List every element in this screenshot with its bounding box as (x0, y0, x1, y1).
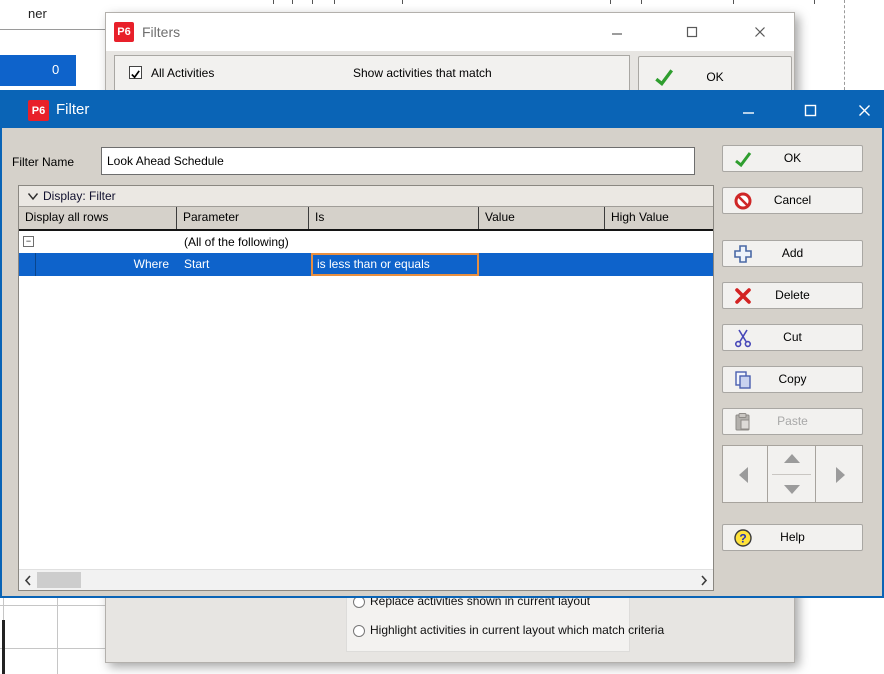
arrow-right-icon (836, 467, 845, 483)
column-header-value[interactable]: Value (479, 207, 605, 229)
move-right-button[interactable] (815, 445, 863, 503)
background-tick (312, 0, 313, 4)
background-tick (402, 0, 403, 4)
plus-icon (733, 244, 753, 264)
clipboard-icon (733, 412, 753, 432)
background-tick (610, 0, 611, 4)
delete-button[interactable]: Delete (722, 282, 863, 309)
red-x-icon (733, 286, 753, 306)
check-icon (130, 69, 141, 80)
cut-button[interactable]: Cut (722, 324, 863, 351)
filter-dialog: P6 Filter Filter Name Display: Filter Di… (0, 90, 884, 598)
criteria-where-cell[interactable]: Where (59, 253, 169, 276)
move-left-button[interactable] (722, 445, 768, 503)
column-header-is[interactable]: Is (309, 207, 479, 229)
background-tick (273, 0, 274, 4)
background-partial-header: ner (28, 6, 47, 21)
filter-criteria-grid: Display: Filter Display all rows Paramet… (18, 185, 714, 591)
scroll-right-icon[interactable] (695, 570, 713, 590)
filters-dialog-titlebar[interactable]: P6 Filters (106, 13, 794, 51)
arrow-left-icon (739, 467, 748, 483)
group-condition-label: (All of the following) (184, 231, 289, 253)
no-entry-icon (733, 191, 753, 211)
collapse-expander-icon[interactable]: − (23, 236, 34, 247)
background-gridline (0, 605, 105, 606)
move-up-down-button[interactable] (767, 445, 816, 503)
help-icon: ? (733, 528, 753, 548)
background-gridline (57, 596, 58, 674)
copy-documents-icon (733, 370, 753, 390)
all-activities-checkbox[interactable] (129, 66, 142, 79)
background-cursor-bar (2, 620, 5, 674)
background-gridline (0, 648, 105, 649)
chevron-down-icon (27, 192, 39, 201)
all-activities-label: All Activities (151, 66, 214, 80)
help-button[interactable]: ? Help (722, 524, 863, 551)
highlight-activities-radio[interactable] (353, 625, 365, 637)
minimize-icon[interactable] (726, 92, 770, 128)
arrow-up-icon (784, 454, 800, 463)
background-tick (814, 0, 815, 4)
ok-button[interactable]: OK (722, 145, 863, 172)
svg-text:?: ? (739, 532, 746, 546)
filter-dialog-titlebar[interactable]: P6 Filter (2, 92, 882, 128)
background-tick (334, 0, 335, 4)
filter-dialog-title: Filter (56, 101, 89, 118)
add-button[interactable]: Add (722, 240, 863, 267)
row-navigation-group (722, 445, 863, 503)
maximize-icon[interactable] (788, 92, 832, 128)
grid-row-criteria-selected[interactable]: Where Start is less than or equals (19, 253, 713, 276)
p6-app-icon: P6 (28, 100, 49, 121)
p6-app-icon: P6 (114, 22, 134, 42)
minimize-icon[interactable] (599, 17, 635, 47)
background-gridline (0, 29, 106, 30)
column-header-display-all-rows[interactable]: Display all rows (19, 207, 177, 229)
criteria-is-cell-selected[interactable]: is less than or equals (311, 253, 479, 276)
column-header-high-value[interactable]: High Value (605, 207, 713, 229)
criteria-parameter-cell[interactable]: Start (184, 253, 209, 276)
divider (772, 474, 811, 475)
horizontal-scrollbar[interactable] (19, 569, 713, 590)
background-cell-value: 0 (52, 62, 59, 77)
scroll-left-icon[interactable] (19, 570, 37, 590)
filter-name-label: Filter Name (12, 155, 74, 169)
display-bar-label: Display: Filter (43, 189, 116, 203)
background-selected-row[interactable]: 0 (0, 55, 76, 86)
highlight-activities-label: Highlight activities in current layout w… (370, 623, 664, 637)
cancel-button[interactable]: Cancel (722, 187, 863, 214)
maximize-icon[interactable] (674, 17, 710, 47)
check-icon (733, 149, 753, 169)
background-tick (292, 0, 293, 4)
paste-button[interactable]: Paste (722, 408, 863, 435)
column-header-parameter[interactable]: Parameter (177, 207, 309, 229)
background-tick (641, 0, 642, 4)
row-indent-separator (35, 253, 36, 276)
filters-dialog-title: Filters (142, 24, 180, 40)
grid-header-row: Display all rows Parameter Is Value High… (19, 207, 713, 231)
display-options-bar[interactable]: Display: Filter (19, 186, 713, 207)
copy-button[interactable]: Copy (722, 366, 863, 393)
background-dashed-gridline (844, 0, 845, 90)
scissors-icon (733, 328, 753, 348)
scrollbar-thumb[interactable] (37, 572, 81, 588)
check-icon (653, 66, 675, 88)
filters-column-header: Show activities that match (353, 66, 492, 80)
arrow-down-icon (784, 485, 800, 494)
background-tick (733, 0, 734, 4)
close-icon[interactable] (742, 17, 778, 47)
close-icon[interactable] (842, 92, 884, 128)
filter-name-input[interactable] (101, 147, 695, 175)
grid-row-group[interactable]: − (All of the following) (19, 231, 713, 253)
